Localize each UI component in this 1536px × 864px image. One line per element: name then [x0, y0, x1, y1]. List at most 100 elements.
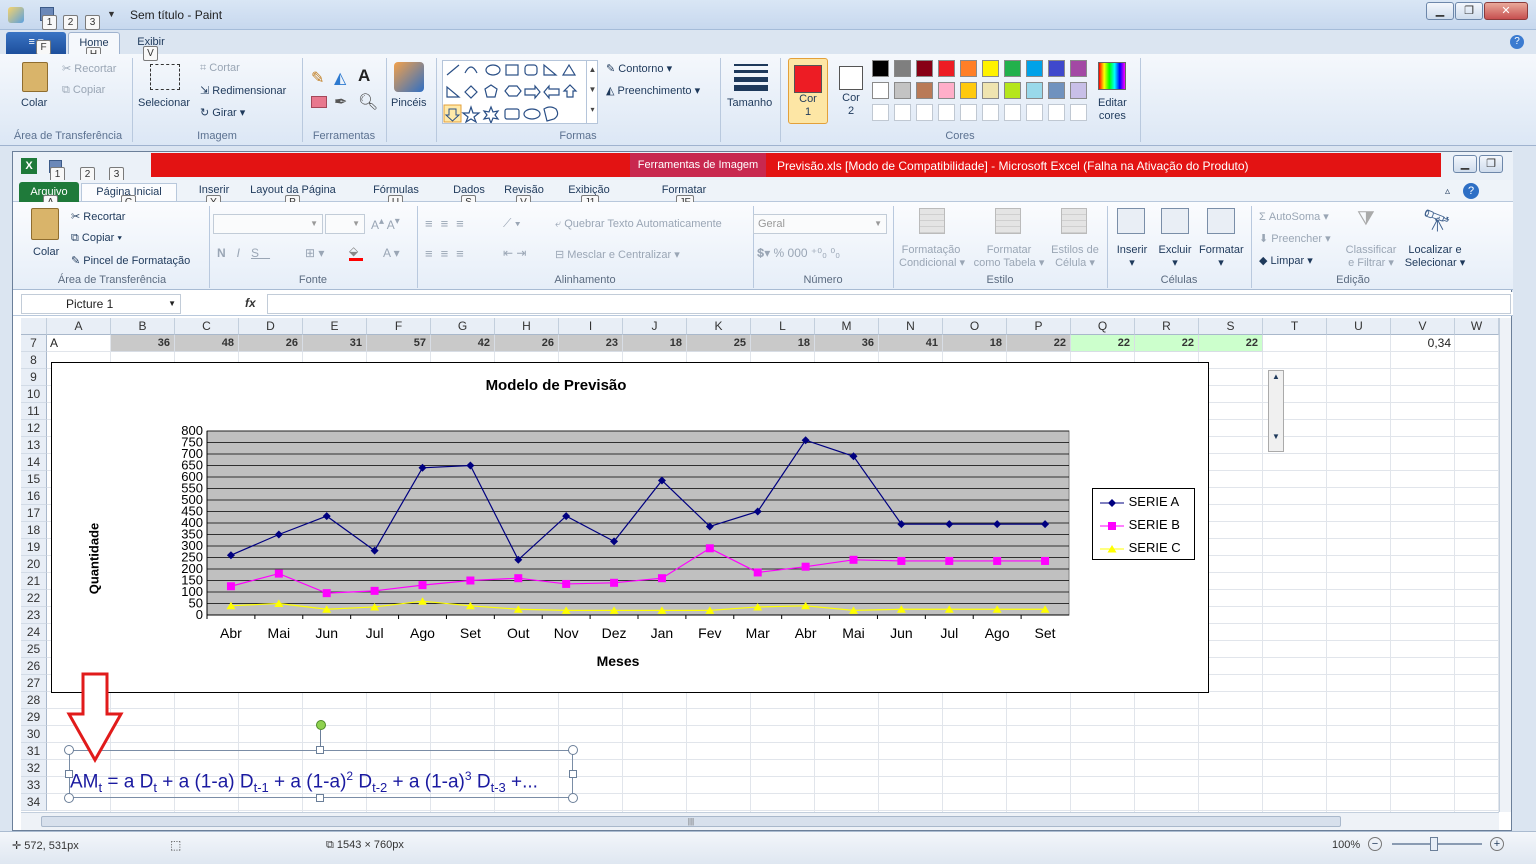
- help-icon[interactable]: ?: [1510, 35, 1524, 49]
- row-header[interactable]: 30: [21, 726, 47, 743]
- column-header[interactable]: S: [1199, 318, 1263, 335]
- color-picker-icon[interactable]: ✒: [334, 92, 347, 112]
- column-header[interactable]: J: [623, 318, 687, 335]
- custom-color-slot[interactable]: [960, 104, 977, 121]
- row-header[interactable]: 21: [21, 573, 47, 590]
- row-header[interactable]: 20: [21, 556, 47, 573]
- excel-help-icon[interactable]: ?: [1463, 183, 1479, 199]
- font-size-box[interactable]: ▼: [325, 214, 365, 234]
- column-header[interactable]: D: [239, 318, 303, 335]
- resize-button[interactable]: ⇲ Redimensionar: [200, 84, 286, 97]
- row-header[interactable]: 31: [21, 743, 47, 760]
- delete-cells-icon[interactable]: [1161, 208, 1189, 234]
- palette-color-swatch[interactable]: [982, 82, 999, 99]
- color2-button[interactable]: Cor 2: [832, 58, 870, 124]
- palette-color-swatch[interactable]: [1004, 60, 1021, 77]
- column-header[interactable]: Q: [1071, 318, 1135, 335]
- column-header[interactable]: A: [47, 318, 111, 335]
- column-header[interactable]: G: [431, 318, 495, 335]
- xl-copy-button[interactable]: ⧉ Copiar ▾: [71, 232, 122, 245]
- formula-input[interactable]: [267, 294, 1511, 314]
- outline-dropdown[interactable]: ✎ Contorno ▾: [606, 62, 672, 75]
- find-select-icon[interactable]: 🔭︎: [1423, 208, 1451, 234]
- column-header[interactable]: K: [687, 318, 751, 335]
- chart-object[interactable]: Modelo de Previsão Quantidade Meses 800 7…: [51, 362, 1209, 693]
- xl-format-painter-button[interactable]: ✎ Pincel de Formatação: [71, 254, 190, 267]
- font-color-button[interactable]: A ▾: [383, 246, 400, 260]
- size-icon[interactable]: [734, 64, 768, 91]
- row-header[interactable]: 10: [21, 386, 47, 403]
- row-header[interactable]: 25: [21, 641, 47, 658]
- zoom-slider-thumb[interactable]: [1430, 837, 1438, 851]
- shapes-scroll[interactable]: ▲ ▼ ▾: [586, 60, 598, 124]
- data-cell[interactable]: 22: [1071, 335, 1135, 352]
- merge-center-button[interactable]: ⊟ Mesclar e Centralizar ▾: [555, 248, 680, 261]
- brushes-button[interactable]: Pincéis: [391, 97, 426, 109]
- cell-a7[interactable]: A: [47, 335, 111, 352]
- vertical-align-buttons[interactable]: ≡≡≡: [425, 216, 472, 231]
- paste-icon[interactable]: [22, 62, 48, 92]
- row-header[interactable]: 17: [21, 505, 47, 522]
- paste-button[interactable]: Colar: [21, 97, 47, 109]
- data-cell[interactable]: 57: [367, 335, 431, 352]
- horizontal-scrollbar[interactable]: |||: [21, 812, 1499, 830]
- vertical-scrollbar[interactable]: [1499, 318, 1511, 812]
- number-format-box[interactable]: Geral ▼: [753, 214, 887, 234]
- autosum-button[interactable]: Σ AutoSoma ▾: [1259, 210, 1329, 223]
- row-header[interactable]: 33: [21, 777, 47, 794]
- data-cell[interactable]: 42: [431, 335, 495, 352]
- close-button[interactable]: ✕: [1484, 2, 1528, 20]
- row-header[interactable]: 23: [21, 607, 47, 624]
- cut-button[interactable]: ✂ Recortar: [62, 62, 116, 75]
- wrap-text-button[interactable]: ⤶ Quebrar Texto Automaticamente: [555, 218, 722, 231]
- palette-color-swatch[interactable]: [1070, 60, 1087, 77]
- palette-color-swatch[interactable]: [1048, 82, 1065, 99]
- column-header[interactable]: W: [1455, 318, 1499, 335]
- palette-color-swatch[interactable]: [1026, 82, 1043, 99]
- data-cell[interactable]: 22: [1007, 335, 1071, 352]
- data-cell[interactable]: 18: [751, 335, 815, 352]
- data-cell[interactable]: 23: [559, 335, 623, 352]
- insert-cells-button[interactable]: Inserir ▾: [1115, 244, 1149, 270]
- format-cells-icon[interactable]: [1207, 208, 1235, 234]
- horizontal-scroll-thumb[interactable]: |||: [41, 816, 1341, 827]
- font-name-box[interactable]: ▼: [213, 214, 323, 234]
- data-cell[interactable]: 18: [943, 335, 1007, 352]
- rotate-button[interactable]: ↻ Girar ▾: [200, 106, 245, 119]
- custom-color-slot[interactable]: [916, 104, 933, 121]
- horizontal-align-buttons[interactable]: ≡≡≡: [425, 246, 472, 261]
- data-cell[interactable]: 26: [495, 335, 559, 352]
- custom-color-slot[interactable]: [1070, 104, 1087, 121]
- clear-button[interactable]: ◆ Limpar ▾: [1259, 254, 1313, 267]
- shapes-gallery[interactable]: [442, 60, 598, 125]
- column-header[interactable]: E: [303, 318, 367, 335]
- row-header[interactable]: 8: [21, 352, 47, 369]
- data-cell[interactable]: 22: [1135, 335, 1199, 352]
- column-header[interactable]: L: [751, 318, 815, 335]
- palette-color-swatch[interactable]: [872, 82, 889, 99]
- row-header[interactable]: 26: [21, 658, 47, 675]
- palette-color-swatch[interactable]: [1004, 82, 1021, 99]
- sort-filter-icon[interactable]: ⧩: [1357, 208, 1375, 231]
- row-header[interactable]: 28: [21, 692, 47, 709]
- select-all-corner[interactable]: [21, 318, 47, 335]
- border-button[interactable]: ⊞ ▾: [305, 246, 324, 260]
- copy-button[interactable]: ⧉ Copiar: [62, 84, 105, 97]
- row-header[interactable]: 19: [21, 539, 47, 556]
- column-header[interactable]: V: [1391, 318, 1455, 335]
- cond-format-button[interactable]: Formatação Condicional ▾: [899, 244, 965, 270]
- paint-app-icon[interactable]: [8, 7, 24, 23]
- column-header[interactable]: U: [1327, 318, 1391, 335]
- row-header[interactable]: 13: [21, 437, 47, 454]
- palette-color-swatch[interactable]: [916, 82, 933, 99]
- row-header[interactable]: 15: [21, 471, 47, 488]
- palette-color-swatch[interactable]: [1048, 60, 1065, 77]
- custom-color-slot[interactable]: [872, 104, 889, 121]
- row-header[interactable]: 7: [21, 335, 47, 352]
- ribbon-minimize-icon[interactable]: ▵: [1445, 186, 1450, 197]
- custom-color-slot[interactable]: [1048, 104, 1065, 121]
- custom-color-slot[interactable]: [938, 104, 955, 121]
- column-header[interactable]: F: [367, 318, 431, 335]
- insert-cells-icon[interactable]: [1117, 208, 1145, 234]
- resize-handle[interactable]: [316, 746, 324, 754]
